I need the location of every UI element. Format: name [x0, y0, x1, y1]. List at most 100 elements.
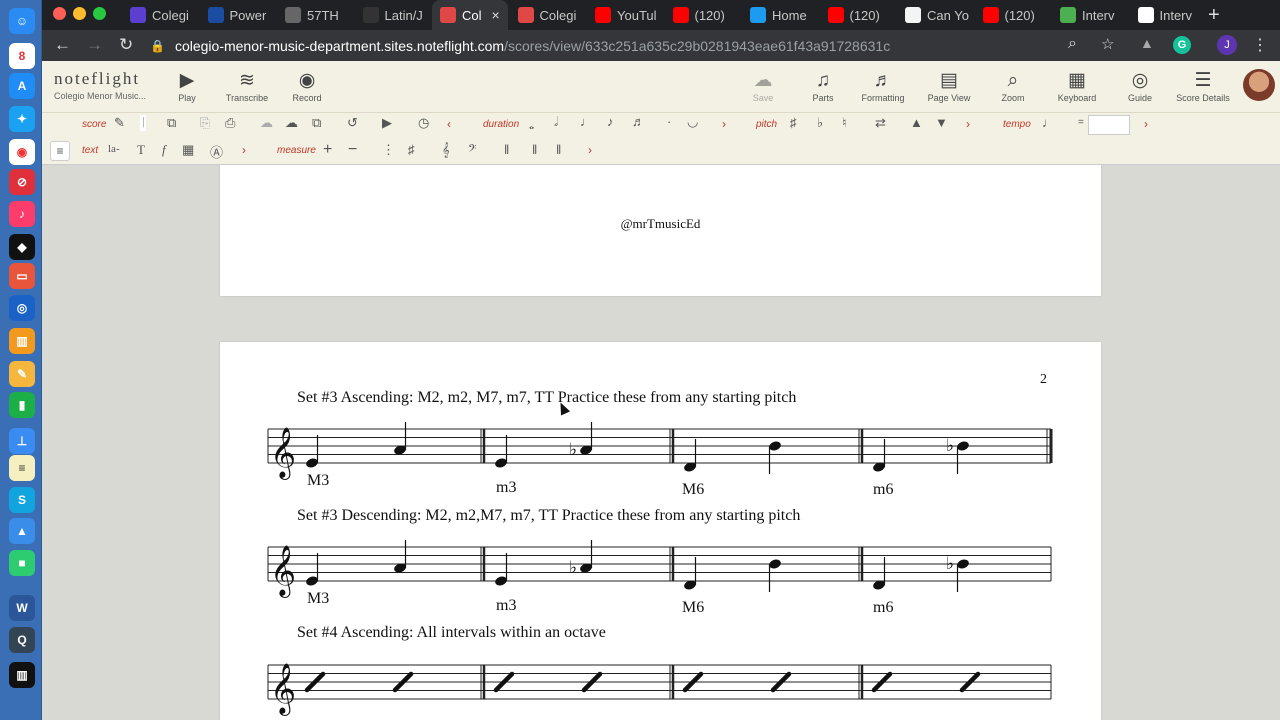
profile-avatar[interactable]: J [1217, 35, 1237, 55]
text-next-arrow[interactable]: › [242, 143, 246, 157]
repeat-icon[interactable]: ‖ [532, 142, 537, 157]
duration-next-arrow[interactable]: › [722, 117, 726, 131]
browser-tab[interactable]: Colegi [510, 0, 586, 30]
duplicate-icon[interactable]: ⧉ [312, 115, 321, 131]
keyboard-button[interactable]: ▦ Keyboard [1042, 69, 1112, 103]
address-bar[interactable]: 🔒 colegio-menor-music-department.sites.n… [150, 33, 1110, 58]
clock-icon[interactable]: ◷ [418, 115, 429, 131]
rehearsal-mark-icon[interactable]: Ⓐ [210, 142, 223, 161]
grammarly-icon[interactable]: G [1173, 36, 1191, 54]
text-tool-icon[interactable]: T [137, 142, 145, 158]
score-page-2[interactable]: 2 𝄞 ♭ ♭ 𝄞 ♭ ♭ 𝄞 Set #3 Ascending: M2, m2, M7, … [220, 342, 1101, 720]
browser-tab[interactable]: Power [200, 0, 276, 30]
formatting-button[interactable]: ♬ Formatting [848, 69, 918, 103]
quarter-note-icon[interactable]: ♩ [580, 114, 593, 129]
copy-icon[interactable]: ⎘ [200, 115, 210, 131]
tempo-next-arrow[interactable]: › [1144, 117, 1148, 131]
whole-note-icon[interactable]: 𝅝 [529, 117, 534, 133]
forward-icon[interactable]: → [86, 35, 103, 55]
word-icon[interactable]: W [9, 595, 35, 621]
lyric-icon[interactable]: la- [108, 143, 120, 155]
guitar-icon[interactable]: ✎ [114, 115, 125, 131]
history-icon[interactable]: ↺ [347, 115, 358, 131]
presentation-icon[interactable]: ▭ [9, 263, 35, 289]
browser-tab[interactable]: Colegi [122, 0, 198, 30]
chrome-icon[interactable]: ◉ [9, 139, 35, 165]
compass-icon[interactable]: ◎ [9, 295, 35, 321]
chord-grid-icon[interactable]: ▦ [182, 142, 194, 158]
playback-icon[interactable]: ▶ [382, 115, 392, 131]
print-icon[interactable]: ⎙ [225, 115, 235, 131]
safari-icon[interactable]: ✦ [9, 106, 35, 132]
browser-tab[interactable]: Home [742, 0, 818, 30]
browser-tab[interactable]: (120) [975, 0, 1051, 30]
notepad-icon[interactable]: ≡ [9, 455, 35, 481]
measure-next-arrow[interactable]: › [588, 143, 592, 157]
half-note-icon[interactable]: 𝅗𝅥 [554, 114, 558, 130]
dynamics-icon[interactable]: f [162, 142, 166, 158]
new-tab-button[interactable]: + [1208, 4, 1220, 27]
browser-tab[interactable]: 57TH [277, 0, 353, 30]
facetime-icon[interactable]: ■ [9, 550, 35, 576]
noteflight-logo[interactable]: noteflight Colegio Menor Music... [54, 69, 154, 101]
bass-clef-icon[interactable]: 𝄢 [468, 142, 476, 158]
cloud-upload-icon[interactable]: ☁ [260, 115, 273, 131]
finder-icon[interactable]: ☺ [9, 8, 35, 34]
drive-icon[interactable]: ▲ [1140, 35, 1154, 51]
record-button[interactable]: ◉ Record [271, 69, 343, 103]
remove-measure-icon[interactable]: − [348, 141, 357, 159]
quicktime-icon[interactable]: Q [9, 627, 35, 653]
treble-clef-icon[interactable]: 𝄞 [442, 142, 450, 158]
add-measure-icon[interactable]: + [323, 141, 332, 159]
music-icon[interactable]: ♪ [9, 201, 35, 227]
reload-icon[interactable]: ↻ [119, 35, 133, 55]
instrument-icon[interactable]: ⧉ [167, 115, 176, 131]
guide-button[interactable]: ◎ Guide [1105, 69, 1175, 103]
zoom-button[interactable]: ⌕ Zoom [978, 69, 1048, 103]
browser-tab[interactable]: (120) [820, 0, 896, 30]
books-icon[interactable]: ▥ [9, 328, 35, 354]
browser-tab[interactable]: Latin/J [355, 0, 431, 30]
browser-tab[interactable]: Interv [1052, 0, 1128, 30]
enharmonic-icon[interactable]: ⇄ [875, 115, 886, 131]
piano-icon[interactable]: ▥ [9, 662, 35, 688]
score-canvas[interactable]: @mrTmusicEd 2 𝄞 ♭ ♭ 𝄞 ♭ ♭ 𝄞 Set #3 Ascending: … [42, 165, 1280, 720]
tempo-note-icon[interactable]: ♩ [1042, 115, 1055, 130]
eighth-note-icon[interactable]: ♪ [607, 114, 614, 129]
pitch-up-icon[interactable]: ▲ [910, 115, 923, 130]
keynote-icon[interactable]: ⊥ [9, 428, 35, 454]
page-view-button[interactable]: ▤ Page View [914, 69, 984, 103]
browser-tab[interactable]: (120) [665, 0, 741, 30]
mountain-icon[interactable]: ▲ [9, 518, 35, 544]
tie-icon[interactable]: ◡ [687, 114, 698, 130]
sixteenth-note-icon[interactable]: ♬ [632, 114, 645, 129]
user-avatar[interactable] [1243, 69, 1275, 101]
skype-icon[interactable]: S [9, 487, 35, 513]
app-store-icon[interactable]: A [9, 73, 35, 99]
flat-icon[interactable]: ♭ [817, 115, 823, 131]
natural-icon[interactable]: ♮ [842, 115, 847, 131]
final-barline-icon[interactable]: ‖ [556, 142, 561, 157]
close-tab-icon[interactable]: × [492, 7, 500, 23]
search-icon[interactable]: ⌕ [1068, 35, 1077, 53]
numbers-icon[interactable]: ▮ [9, 392, 35, 418]
browser-tab[interactable]: Can Yo [897, 0, 973, 30]
notes-icon[interactable]: ✎ [9, 361, 35, 387]
score-details-button[interactable]: ☰ Score Details [1168, 69, 1238, 103]
pitch-down-icon[interactable]: ▼ [935, 115, 948, 130]
back-icon[interactable]: ← [54, 35, 71, 55]
minimize-window-button[interactable] [73, 7, 86, 20]
cloud-download-icon[interactable]: ☁ [285, 115, 298, 131]
browser-tab[interactable]: Interv [1130, 0, 1206, 30]
cursor-tool-icon[interactable]: 𝄀 [140, 115, 147, 131]
key-signature-icon[interactable]: ♯ [408, 142, 415, 157]
dot-icon[interactable]: · [667, 114, 671, 129]
tempo-input[interactable] [1088, 115, 1130, 135]
calendar-icon[interactable]: 8 [9, 43, 35, 69]
close-window-button[interactable] [53, 7, 66, 20]
time-signature-icon[interactable]: ⋮ [382, 142, 395, 158]
duration-prev-arrow[interactable]: ‹ [447, 117, 451, 131]
menu-toggle-icon[interactable]: ≡ [50, 141, 70, 161]
zoom-window-button[interactable] [93, 7, 106, 20]
sharp-icon[interactable]: ♯ [790, 115, 797, 130]
